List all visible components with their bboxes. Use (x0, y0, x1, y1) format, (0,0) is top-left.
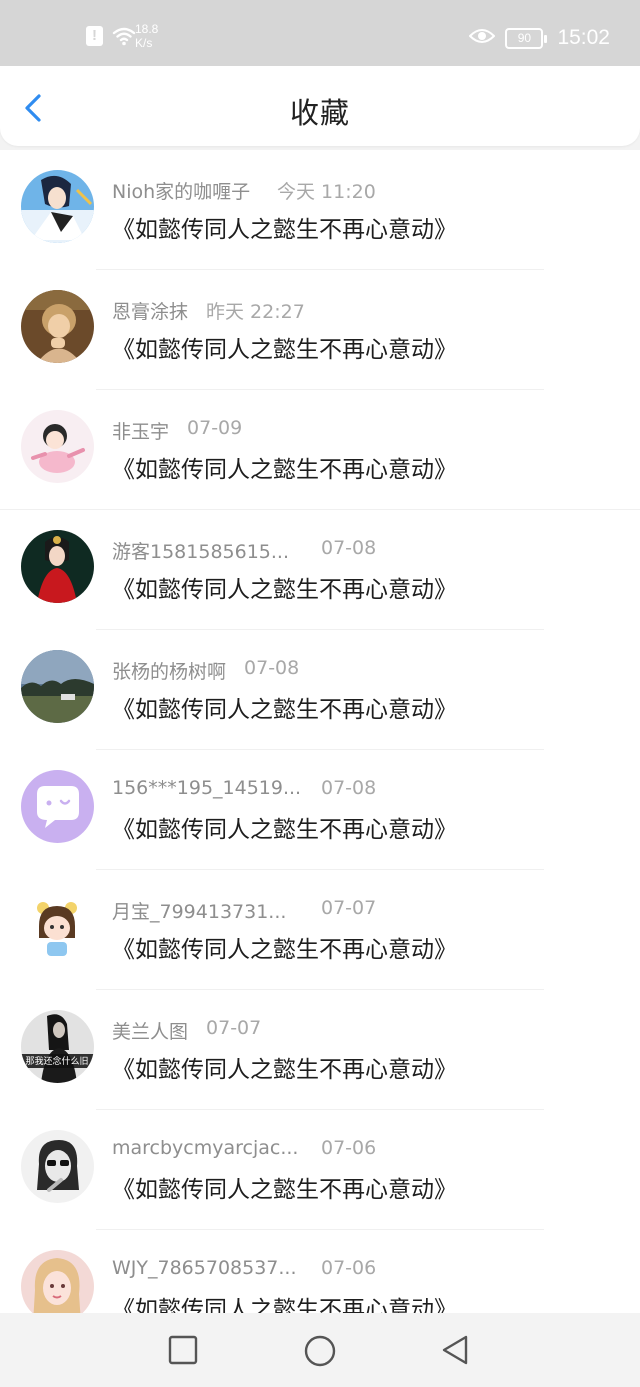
user-name[interactable]: 游客1581585615... (112, 537, 321, 564)
status-bar: ! 18.8 K/s 90 15:02 (0, 0, 640, 66)
avatar (21, 170, 94, 243)
item-meta: WJY_7865708537... 07-06 (112, 1257, 376, 1279)
item-title: 《如懿传同人之懿生不再心意动》 (112, 817, 457, 843)
avatar (21, 1130, 94, 1203)
list-item[interactable]: 恩膏涂抹 昨天 22:27 《如懿传同人之懿生不再心意动》 (0, 270, 640, 390)
item-title: 《如懿传同人之懿生不再心意动》 (112, 1057, 457, 1083)
home-button[interactable] (302, 1333, 336, 1367)
item-meta: 非玉宇 07-09 (112, 417, 242, 444)
item-time: 07-07 (321, 897, 377, 919)
page-title: 收藏 (289, 96, 350, 130)
user-name[interactable]: marcbycmyarcjac... (112, 1137, 321, 1159)
item-time: 07-06 (321, 1257, 377, 1279)
avatar (21, 650, 94, 723)
list-item[interactable]: WJY_7865708537... 07-06 《如懿传同人之懿生不再心意动》 (0, 1230, 640, 1313)
circle-icon (304, 1335, 336, 1367)
status-time: 15:02 (557, 26, 610, 49)
user-name[interactable]: WJY_7865708537... (112, 1257, 321, 1279)
system-nav-bar (0, 1313, 640, 1387)
user-name[interactable]: 恩膏涂抹 (112, 297, 188, 324)
user-name[interactable]: 月宝_799413731... (112, 897, 321, 924)
item-meta: 月宝_799413731... 07-07 (112, 897, 376, 924)
item-title: 《如懿传同人之懿生不再心意动》 (112, 697, 457, 723)
item-meta: 美兰人图 07-07 (112, 1017, 261, 1044)
item-time: 07-06 (321, 1137, 377, 1159)
network-speed-unit: K/s (135, 36, 153, 50)
header: 收藏 (0, 66, 640, 146)
item-title: 《如懿传同人之懿生不再心意动》 (112, 577, 457, 603)
list-item[interactable]: 游客1581585615... 07-08 《如懿传同人之懿生不再心意动》 (0, 510, 640, 630)
item-time: 07-07 (206, 1017, 262, 1039)
network-speed: 18.8 K/s (135, 22, 158, 50)
item-title: 《如懿传同人之懿生不再心意动》 (112, 217, 457, 243)
item-meta: 恩膏涂抹 昨天 22:27 (112, 297, 305, 324)
user-name[interactable]: 美兰人图 (112, 1017, 188, 1044)
wifi-icon (112, 26, 136, 50)
list-item[interactable]: 张杨的杨树啊 07-08 《如懿传同人之懿生不再心意动》 (0, 630, 640, 750)
item-meta: 156***195_14519... 07-08 (112, 777, 376, 799)
user-name[interactable]: 156***195_14519... (112, 777, 321, 799)
status-right: 90 15:02 (469, 26, 610, 50)
list-item[interactable]: 156***195_14519... 07-08 《如懿传同人之懿生不再心意动》 (0, 750, 640, 870)
item-meta: 张杨的杨树啊 07-08 (112, 657, 299, 684)
user-name[interactable]: Nioh家的咖喱子 (112, 177, 277, 204)
alert-icon: ! (86, 26, 103, 46)
avatar (21, 530, 94, 603)
item-time: 07-09 (187, 417, 243, 439)
triangle-back-icon (442, 1335, 468, 1365)
eye-icon (469, 27, 496, 49)
item-title: 《如懿传同人之懿生不再心意动》 (112, 337, 457, 363)
avatar (21, 890, 94, 963)
avatar (21, 770, 94, 843)
avatar (21, 410, 94, 483)
item-meta: Nioh家的咖喱子 今天 11:20 (112, 177, 376, 204)
list-item[interactable]: 非玉宇 07-09 《如懿传同人之懿生不再心意动》 (0, 390, 640, 510)
item-time: 07-08 (244, 657, 300, 679)
avatar: 那我还念什么旧 (21, 1010, 94, 1083)
item-time: 07-08 (321, 537, 377, 559)
avatar (21, 290, 94, 363)
recent-apps-button[interactable] (166, 1333, 200, 1367)
user-name[interactable]: 张杨的杨树啊 (112, 657, 226, 684)
item-time: 昨天 22:27 (206, 301, 305, 323)
list-item[interactable]: Nioh家的咖喱子 今天 11:20 《如懿传同人之懿生不再心意动》 (0, 150, 640, 270)
item-title: 《如懿传同人之懿生不再心意动》 (112, 1297, 457, 1313)
list-item[interactable]: 月宝_799413731... 07-07 《如懿传同人之懿生不再心意动》 (0, 870, 640, 990)
item-time: 今天 11:20 (277, 181, 376, 203)
square-icon (168, 1335, 198, 1365)
avatar (21, 1250, 94, 1313)
user-name[interactable]: 非玉宇 (112, 417, 169, 444)
item-meta: marcbycmyarcjac... 07-06 (112, 1137, 376, 1159)
item-meta: 游客1581585615... 07-08 (112, 537, 376, 564)
item-time: 07-08 (321, 777, 377, 799)
back-nav-button[interactable] (438, 1333, 472, 1367)
favorites-list: Nioh家的咖喱子 今天 11:20 《如懿传同人之懿生不再心意动》 恩膏涂抹 … (0, 150, 640, 1313)
list-item[interactable]: 那我还念什么旧 美兰人图 07-07 《如懿传同人之懿生不再心意动》 (0, 990, 640, 1110)
item-title: 《如懿传同人之懿生不再心意动》 (112, 937, 457, 963)
battery-icon: 90 (505, 27, 548, 49)
avatar-caption: 那我还念什么旧 (25, 1055, 88, 1067)
list-item[interactable]: marcbycmyarcjac... 07-06 《如懿传同人之懿生不再心意动》 (0, 1110, 640, 1230)
network-speed-value: 18.8 (135, 22, 159, 36)
item-title: 《如懿传同人之懿生不再心意动》 (112, 1177, 457, 1203)
item-title: 《如懿传同人之懿生不再心意动》 (112, 457, 457, 483)
